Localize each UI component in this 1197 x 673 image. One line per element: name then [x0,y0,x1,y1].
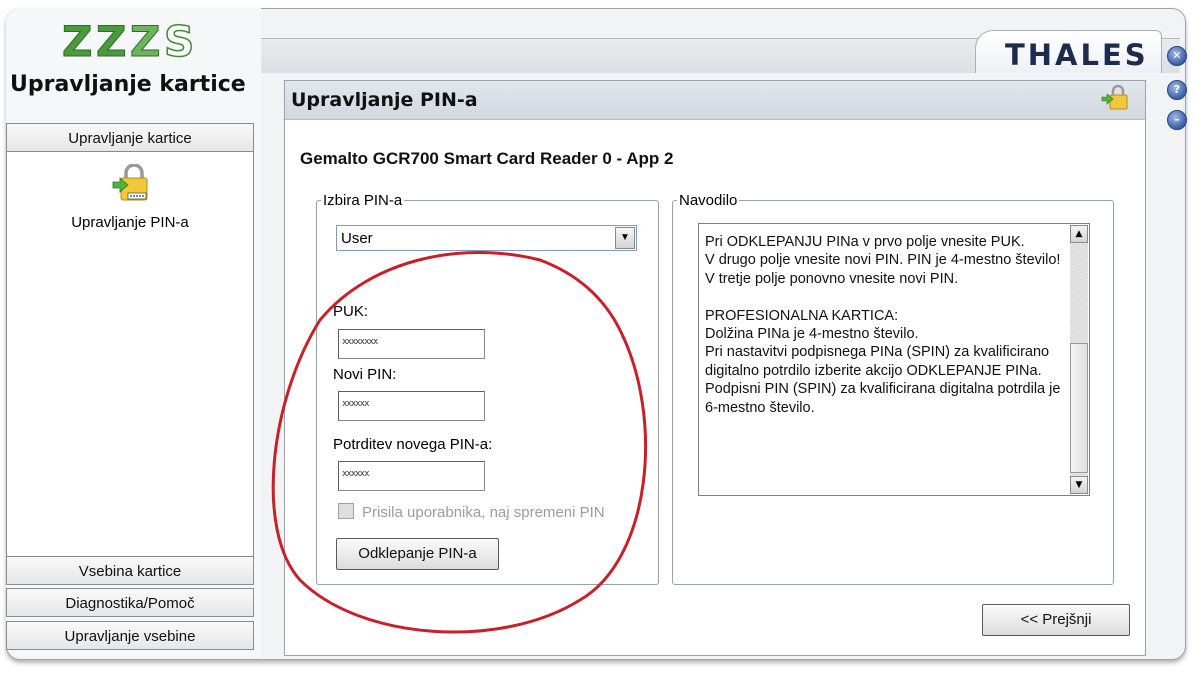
pin-selection-legend: Izbira PIN-a [323,192,403,209]
app-title: Upravljanje kartice [10,72,246,97]
chevron-down-icon[interactable]: ▼ [615,227,635,249]
key-lock-icon[interactable] [112,163,152,210]
nav-vsebina-kartice[interactable]: Vsebina kartice [6,556,254,585]
scroll-up-icon[interactable]: ▲ [1070,225,1088,243]
svg-text:Z: Z [62,20,92,62]
new-pin-label: Novi PIN: [333,366,397,383]
force-change-option: Prisila uporabnika, naj spremeni PIN [338,503,605,521]
force-change-label: Prisila uporabnika, naj spremeni PIN [362,504,605,521]
instructions-text[interactable]: Pri ODKLEPANJU PINa v prvo polje vnesite… [698,223,1090,496]
page-title: Upravljanje PIN-a [291,89,478,111]
instructions-legend: Navodilo [679,192,738,209]
svg-text:S: S [164,20,194,62]
svg-text:Z: Z [130,20,160,62]
main-header: Upravljanje PIN-a [285,81,1145,120]
reader-title: Gemalto GCR700 Smart Card Reader 0 - App… [300,149,674,168]
confirm-pin-field[interactable]: xxxxxx [338,461,485,491]
zzzs-logo: Z Z Z S [62,16,212,67]
key-lock-icon [1101,84,1131,115]
confirm-pin-label: Potrditev novega PIN-a: [333,436,493,453]
pin-type-value: User [341,230,373,247]
minimize-icon[interactable]: – [1167,110,1187,130]
instructions-content: Pri ODKLEPANJU PINa v prvo polje vnesite… [705,234,1061,416]
new-pin-field[interactable]: xxxxxx [338,391,485,421]
help-icon[interactable]: ? [1167,80,1187,100]
back-button[interactable]: << Prejšnji [982,604,1130,636]
scroll-thumb[interactable] [1070,343,1088,473]
puk-label: PUK: [333,303,369,320]
nav-upravljanje-vsebine[interactable]: Upravljanje vsebine [6,621,254,650]
nav-item-upravljanje-pin[interactable]: Upravljanje PIN-a [6,214,254,231]
brand-logo: THALES [1005,38,1149,72]
nav-panel [6,152,254,556]
nav-diagnostika-pomoc[interactable]: Diagnostika/Pomoč [6,588,254,617]
scroll-down-icon[interactable]: ▼ [1070,476,1088,494]
force-change-checkbox[interactable] [338,503,354,519]
close-icon[interactable]: ✕ [1167,46,1187,66]
svg-text:Z: Z [96,20,126,62]
pin-type-select[interactable]: User ▼ [336,225,637,251]
nav-upravljanje-kartice[interactable]: Upravljanje kartice [6,123,254,152]
puk-field[interactable]: xxxxxxxx [338,329,485,359]
instructions-scrollbar[interactable]: ▲ ▼ [1070,225,1088,494]
unlock-pin-button[interactable]: Odklepanje PIN-a [336,538,499,570]
